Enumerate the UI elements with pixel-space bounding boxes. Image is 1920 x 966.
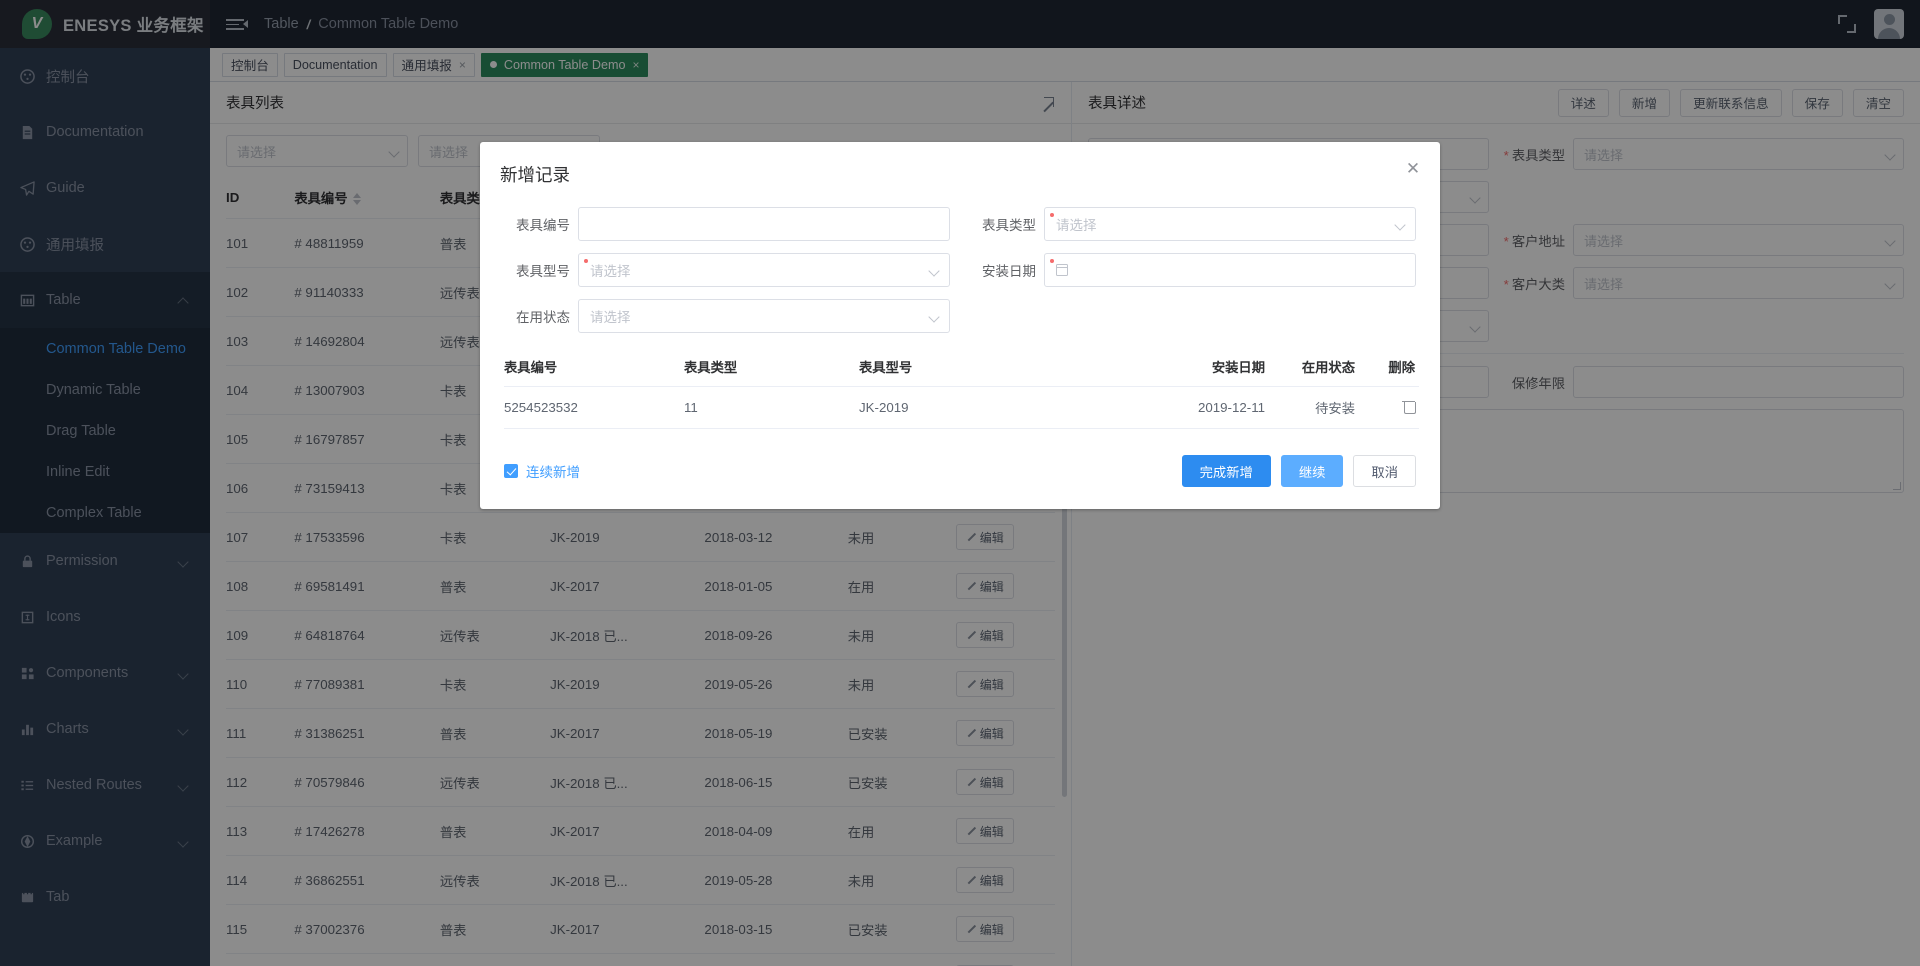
meter-type-label: 表具类型	[982, 218, 1036, 233]
finish-add-button[interactable]: 完成新增	[1181, 455, 1271, 487]
modal-header: 新增记录 ✕	[480, 142, 1440, 187]
modal-body: 表具编号 表具类型 请选择 表具型号 请选择 安装日期 在用状态 请选择 表具编…	[480, 187, 1440, 433]
mcol-install-date: 安装日期	[1099, 347, 1269, 387]
meter-model-label: 表具型号	[516, 264, 570, 279]
modal-meter-code-field: 表具编号	[504, 207, 950, 241]
calendar-icon	[1055, 264, 1069, 276]
modal-table-body: 5254523532 11 JK-2019 2019-12-11 待安装	[504, 386, 1419, 429]
mcol-delete: 删除	[1359, 347, 1419, 387]
modal-row-1: 表具编号 表具类型 请选择	[504, 207, 1416, 241]
mcell-delete	[1359, 386, 1419, 429]
continue-button[interactable]: 继续	[1280, 455, 1344, 487]
install-date-picker[interactable]	[1044, 253, 1416, 287]
meter-type-select[interactable]: 请选择	[1044, 207, 1416, 241]
trash-icon[interactable]	[1402, 399, 1416, 414]
continuous-add-label: 连续新增	[526, 465, 580, 480]
checkbox-icon[interactable]	[504, 464, 518, 478]
use-status-label: 在用状态	[516, 310, 570, 325]
app-root: V ENESYS 业务框架 控制台 Documentation Guide 通用…	[0, 0, 1920, 966]
continuous-add-checkbox[interactable]: 连续新增	[504, 461, 580, 481]
modal-row-2: 表具型号 请选择 安装日期	[504, 253, 1416, 287]
mcell-use-status: 待安装	[1269, 386, 1359, 429]
meter-model-select[interactable]: 请选择	[578, 253, 950, 287]
mcol-meter-model: 表具型号	[859, 347, 1099, 387]
mcell-meter-type: 11	[684, 386, 859, 429]
chevron-down-icon	[1394, 219, 1406, 231]
modal-record-table: 表具编号 表具类型 表具型号 安装日期 在用状态 删除 5254523532 11…	[504, 347, 1419, 429]
use-status-select[interactable]: 请选择	[578, 299, 950, 333]
modal-table-header-row: 表具编号 表具类型 表具型号 安装日期 在用状态 删除	[504, 347, 1419, 387]
mcell-install-date: 2019-12-11	[1099, 386, 1269, 429]
mcol-meter-code: 表具编号	[504, 347, 684, 387]
placeholder: 请选择	[590, 310, 631, 325]
chevron-down-icon	[928, 265, 940, 277]
modal-meter-model-field: 表具型号 请选择	[504, 253, 950, 287]
modal-title: 新增记录	[500, 165, 570, 185]
placeholder: 请选择	[590, 264, 631, 279]
mcell-meter-code: 5254523532	[504, 386, 684, 429]
mcell-meter-model: JK-2019	[859, 386, 1099, 429]
mcol-use-status: 在用状态	[1269, 347, 1359, 387]
modal-meter-type-field: 表具类型 请选择	[970, 207, 1416, 241]
modal-row3-spacer	[970, 299, 1416, 333]
add-record-modal: 新增记录 ✕ 表具编号 表具类型 请选择 表具型号 请选择 安装日期 在用状态 …	[480, 142, 1440, 509]
modal-footer: 连续新增 完成新增 继续 取消	[480, 433, 1440, 509]
cancel-button[interactable]: 取消	[1353, 455, 1416, 487]
modal-install-date-field: 安装日期	[970, 253, 1416, 287]
close-icon[interactable]: ✕	[1404, 160, 1422, 178]
chevron-down-icon	[928, 311, 940, 323]
placeholder: 请选择	[1056, 218, 1097, 233]
modal-row-3: 在用状态 请选择	[504, 299, 1416, 333]
meter-code-input[interactable]	[578, 207, 950, 241]
meter-code-label: 表具编号	[516, 218, 570, 233]
mcol-meter-type: 表具类型	[684, 347, 859, 387]
modal-footer-buttons: 完成新增 继续 取消	[1181, 455, 1416, 487]
install-date-label: 安装日期	[982, 264, 1036, 279]
modal-use-status-field: 在用状态 请选择	[504, 299, 950, 333]
modal-table-row: 5254523532 11 JK-2019 2019-12-11 待安装	[504, 386, 1419, 429]
